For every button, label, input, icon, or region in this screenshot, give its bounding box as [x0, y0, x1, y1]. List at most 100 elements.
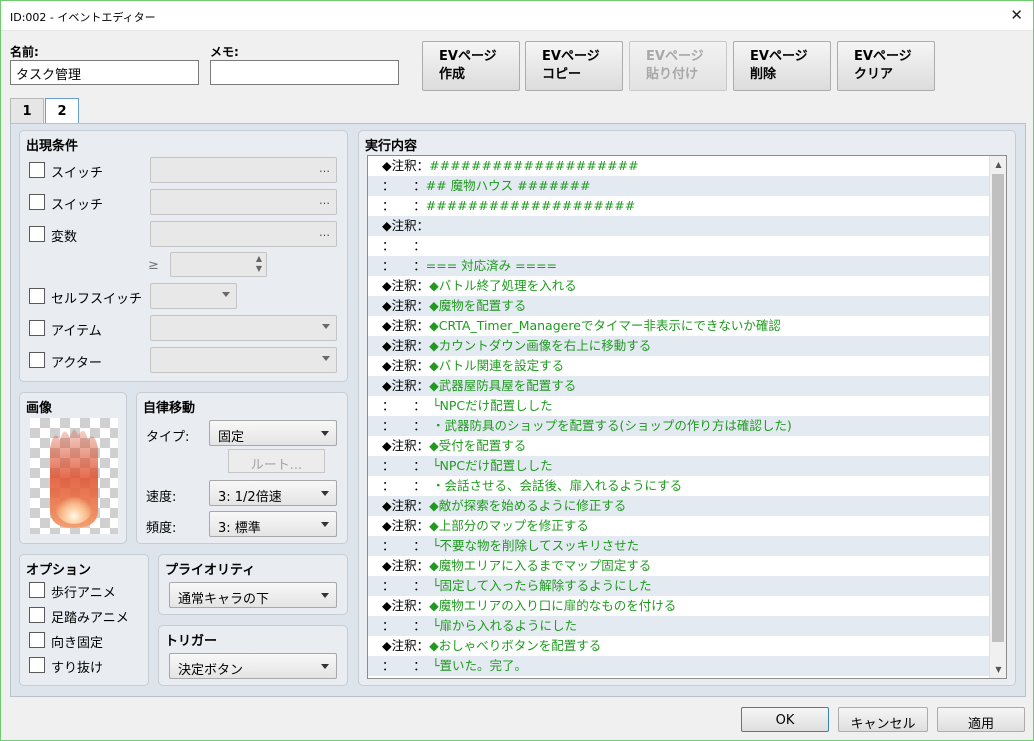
close-icon[interactable]: ✕: [1010, 6, 1023, 24]
variable-checkbox[interactable]: [29, 226, 45, 242]
self-switch-select[interactable]: [150, 283, 237, 309]
command-list[interactable]: ◆注釈：####################： ：## 魔物ハウス ####…: [367, 155, 1007, 679]
ev-page-delete-button[interactable]: EVページ 削除: [733, 41, 831, 91]
command-row[interactable]: ： ： └NPCだけ配置しした: [368, 456, 1006, 476]
title-bar: ID:002 - イベントエディター ✕: [1, 1, 1033, 31]
command-row[interactable]: ： ：=== 対応済み ====: [368, 256, 1006, 276]
type-value: 固定: [218, 430, 245, 445]
command-row[interactable]: ： ： └置いた。完了。: [368, 656, 1006, 676]
switch2-checkbox[interactable]: [29, 194, 45, 210]
command-text: └不要な物を削除してスッキリさせた: [419, 538, 640, 553]
command-row[interactable]: ： ：####################: [368, 196, 1006, 216]
command-row[interactable]: ： ：: [368, 236, 1006, 256]
command-row[interactable]: ◆注釈：◆カウントダウン画像を右上に移動する: [368, 336, 1006, 356]
conditions-panel: 出現条件 スイッチ … スイッチ … 変数 … ≥ ▲ ▼ セルフスイッチ アイ…: [19, 130, 348, 382]
command-text: ## 魔物ハウス #######: [425, 178, 591, 193]
command-text: ◆おしゃべりボタンを配置する: [429, 638, 602, 653]
command-row[interactable]: ◆注釈：◆魔物エリアの入り口に扉的なものを付ける: [368, 596, 1006, 616]
ev-page-clear-button[interactable]: EVページ クリア: [837, 41, 935, 91]
self-switch-checkbox[interactable]: [29, 288, 45, 304]
name-field[interactable]: タスク管理: [10, 60, 199, 85]
ev-page-copy-button[interactable]: EVページ コピー: [525, 41, 623, 91]
step-anime-checkbox[interactable]: [29, 607, 45, 623]
command-row[interactable]: ◆注釈：◆バトル終了処理を入れる: [368, 276, 1006, 296]
cancel-button[interactable]: キャンセル: [838, 707, 928, 732]
ev-page-delete-line1: EVページ: [750, 49, 808, 64]
spin-down-icon[interactable]: ▼: [256, 264, 262, 273]
ok-button[interactable]: OK: [741, 707, 829, 732]
command-prefix: ： ：: [382, 458, 420, 473]
event-graphic-preview[interactable]: [30, 418, 118, 534]
command-row[interactable]: ： ： └NPCだけ配置しした: [368, 396, 1006, 416]
command-row[interactable]: ◆注釈：◆バトル関連を設定する: [368, 356, 1006, 376]
image-title: 画像: [26, 401, 53, 416]
event-editor-window: ID:002 - イベントエディター ✕ 名前: タスク管理 メモ: EVページ…: [0, 0, 1034, 741]
command-row[interactable]: ： ： └扉から入れるようにした: [368, 616, 1006, 636]
command-text: ####################: [425, 198, 636, 213]
switch1-checkbox[interactable]: [29, 162, 45, 178]
command-row[interactable]: ： ： └不要な物を削除してスッキリさせた: [368, 536, 1006, 556]
command-row[interactable]: ： ：## 魔物ハウス #######: [368, 176, 1006, 196]
through-checkbox[interactable]: [29, 657, 45, 673]
command-text: ◆武器屋防具屋を配置する: [429, 378, 577, 393]
command-list-scrollbar[interactable]: ▲ ▼: [989, 156, 1006, 678]
ev-page-paste-button[interactable]: EVページ 貼り付け: [629, 41, 727, 91]
command-row[interactable]: ◆注釈：◆武器屋防具屋を配置する: [368, 376, 1006, 396]
item-checkbox[interactable]: [29, 320, 45, 336]
command-text: ◆受付を配置する: [429, 438, 527, 453]
variable-label: 変数: [51, 230, 78, 245]
command-row[interactable]: ： ： └固定して入ったら解除するようにした: [368, 576, 1006, 596]
direction-fix-label: 向き固定: [51, 636, 104, 651]
scroll-down-icon[interactable]: ▼: [990, 661, 1006, 678]
command-prefix: ◆注釈：: [382, 438, 430, 453]
ev-page-create-line2: 作成: [439, 67, 466, 82]
item-select[interactable]: [150, 315, 337, 341]
autonomous-movement-panel: 自律移動 タイプ: 固定 ルート... 速度: 3: 1/2倍速 頻度: 3: …: [136, 392, 348, 544]
command-row[interactable]: ◆注釈：◆おしゃべりボタンを配置する: [368, 636, 1006, 656]
switch1-select[interactable]: …: [150, 157, 337, 183]
command-row[interactable]: ◆注釈：◆魔物エリアに入るまでマップ固定する: [368, 556, 1006, 576]
command-row[interactable]: ◆注釈：◆受付を配置する: [368, 436, 1006, 456]
priority-select[interactable]: 通常キャラの下: [169, 582, 337, 608]
ev-page-create-button[interactable]: EVページ 作成: [422, 41, 520, 91]
scroll-thumb[interactable]: [992, 174, 1004, 642]
spin-up-icon[interactable]: ▲: [256, 254, 262, 263]
trigger-select[interactable]: 決定ボタン: [169, 653, 337, 679]
actor-checkbox[interactable]: [29, 352, 45, 368]
frequency-select[interactable]: 3: 標準: [209, 511, 337, 537]
chevron-down-icon: [222, 292, 230, 297]
route-button[interactable]: ルート...: [228, 449, 325, 473]
command-row[interactable]: ： ： ・会話させる、会話後、扉入れるようにする: [368, 476, 1006, 496]
command-prefix: ◆注釈：: [382, 518, 430, 533]
variable-ellipsis-icon: …: [319, 226, 330, 239]
speed-select[interactable]: 3: 1/2倍速: [209, 480, 337, 506]
command-text: └NPCだけ配置しした: [419, 458, 553, 473]
through-label: すり抜け: [51, 661, 104, 676]
command-row[interactable]: ◆注釈：◆上部分のマップを修正する: [368, 516, 1006, 536]
conditions-title: 出現条件: [26, 139, 79, 154]
direction-fix-checkbox[interactable]: [29, 632, 45, 648]
variable-value-spinner[interactable]: ▲ ▼: [170, 252, 267, 277]
command-row[interactable]: ◆注釈：◆魔物を配置する: [368, 296, 1006, 316]
tab-page-2[interactable]: 2: [45, 98, 79, 125]
command-row[interactable]: ◆注釈：: [368, 216, 1006, 236]
command-row[interactable]: ◆注釈：####################: [368, 156, 1006, 176]
variable-select[interactable]: …: [150, 221, 337, 247]
switch2-select[interactable]: …: [150, 189, 337, 215]
actor-select[interactable]: [150, 347, 337, 373]
trigger-title: トリガー: [165, 634, 218, 649]
tab-page-1[interactable]: 1: [10, 98, 44, 124]
type-select[interactable]: 固定: [209, 420, 337, 446]
ev-page-clear-line2: クリア: [854, 67, 894, 82]
apply-button[interactable]: 適用: [937, 707, 1025, 732]
command-row[interactable]: ◆注釈：◆敵が探索を始めるように修正する: [368, 496, 1006, 516]
memo-field[interactable]: [210, 60, 399, 85]
chevron-down-icon: [321, 522, 329, 527]
scroll-up-icon[interactable]: ▲: [990, 156, 1006, 173]
command-row[interactable]: ： ： ・武器防具のショップを配置する(ショップの作り方は確認した): [368, 416, 1006, 436]
command-prefix: ： ：: [382, 618, 420, 633]
walk-anime-checkbox[interactable]: [29, 582, 45, 598]
command-text: ◆魔物エリアの入り口に扉的なものを付ける: [429, 598, 677, 613]
command-row[interactable]: ◆注釈：◆CRTA_Timer_Managereでタイマー非表示にできないか確認: [368, 316, 1006, 336]
trigger-value: 決定ボタン: [178, 663, 244, 678]
